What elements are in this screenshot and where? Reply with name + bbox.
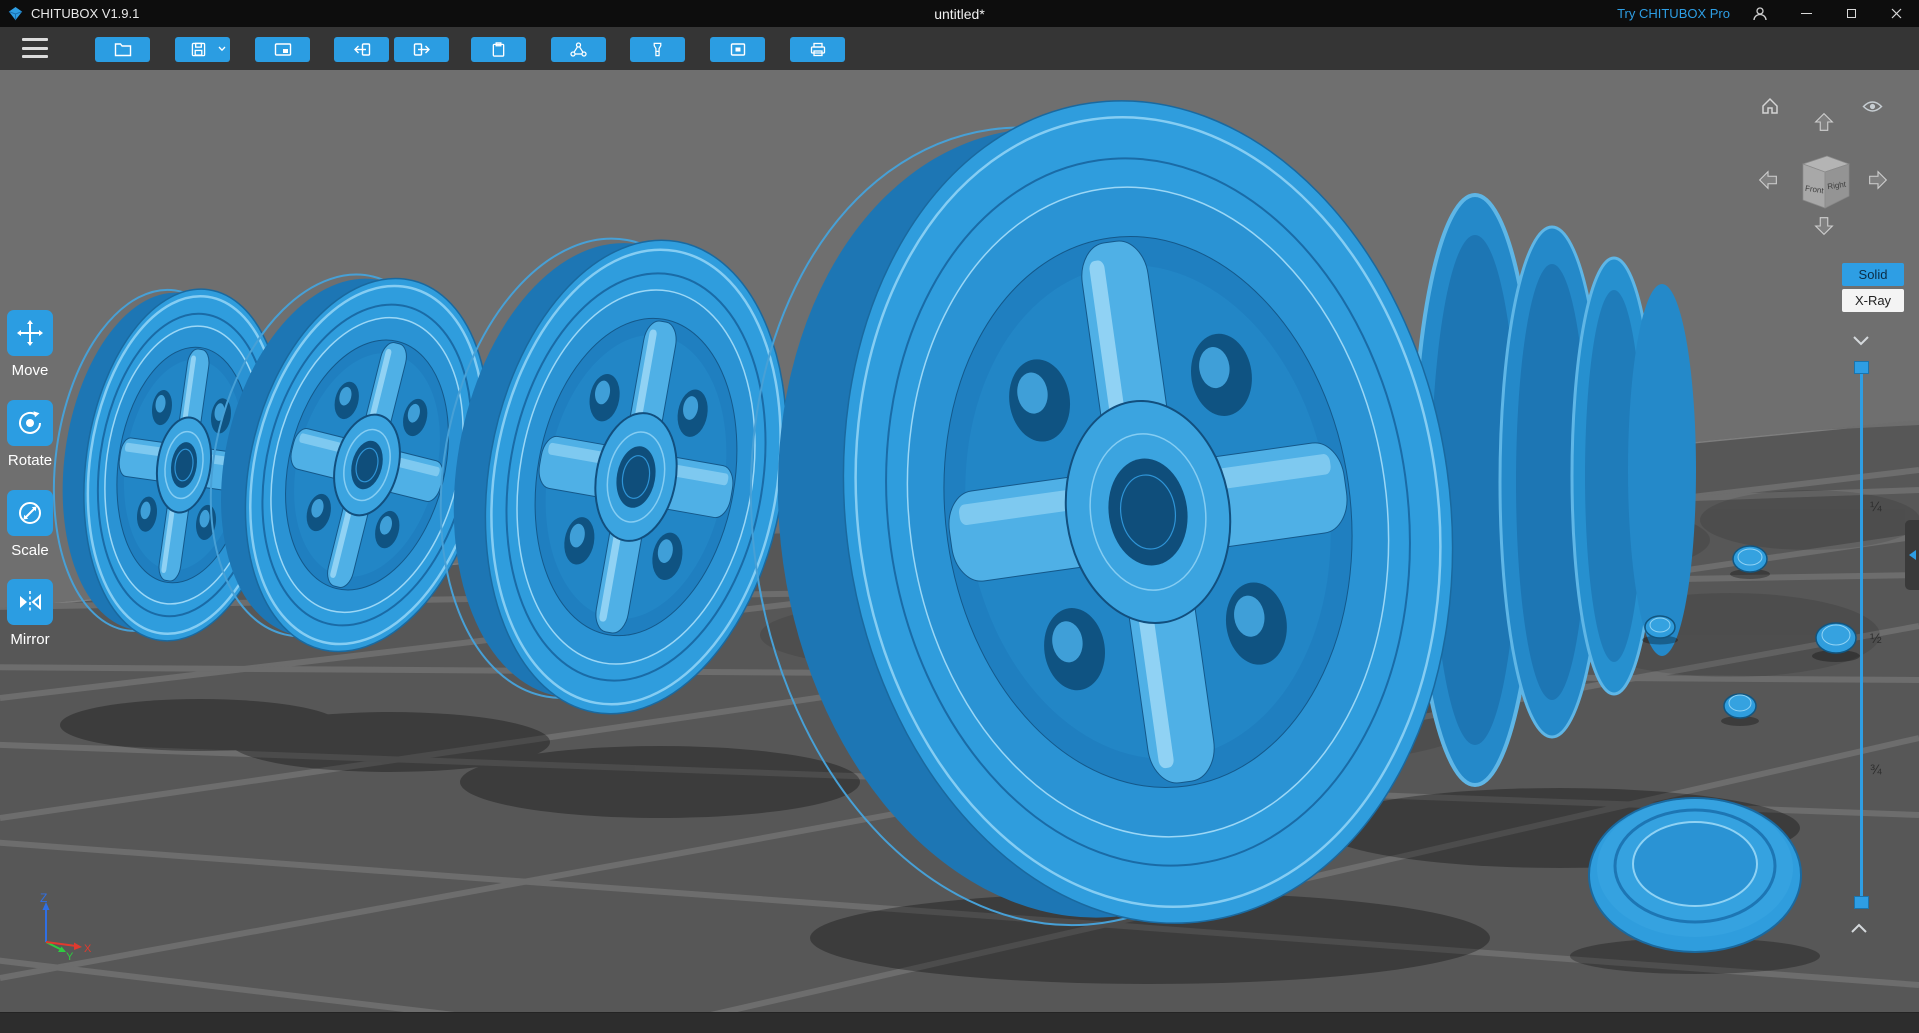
app-title: CHITUBOX V1.9.1 [31, 6, 140, 21]
move-label: Move [11, 362, 49, 379]
clip-slider-track[interactable] [1860, 367, 1863, 902]
previous-view-button[interactable] [334, 37, 389, 62]
clip-slider-top-handle[interactable] [1854, 361, 1869, 374]
scale-label: Scale [11, 542, 49, 559]
try-pro-link[interactable]: Try CHITUBOX Pro [1617, 6, 1730, 21]
eye-icon [1862, 101, 1883, 112]
arrow-right-icon [1869, 170, 1888, 190]
rotate-view-left-button[interactable] [1758, 168, 1778, 197]
save-dropdown-chevron-icon[interactable] [218, 46, 226, 52]
document-title: untitled* [934, 5, 985, 22]
clip-slider-bottom-handle[interactable] [1854, 896, 1869, 909]
tool-rotate: Rotate [4, 400, 56, 469]
chevron-left-icon [1908, 550, 1916, 560]
open-folder-icon [114, 43, 131, 57]
rotate-view-down-button[interactable] [1812, 216, 1836, 241]
rotate-label: Rotate [7, 452, 53, 469]
titlebar: CHITUBOX V1.9.1 untitled* Try CHITUBOX P… [0, 0, 1919, 27]
maximize-icon [1847, 9, 1856, 18]
clip-label-quarter: ¼ [1870, 498, 1882, 514]
rotate-icon [19, 411, 41, 434]
viewport-3d[interactable] [0, 70, 1919, 1012]
printer-icon [810, 42, 825, 57]
menu-button[interactable] [22, 38, 48, 58]
render-mode-xray-button[interactable]: X-Ray [1842, 289, 1904, 312]
home-icon [1762, 97, 1778, 114]
chevron-down-icon [1853, 336, 1869, 346]
scale-button[interactable] [7, 490, 53, 536]
rotate-view-up-button[interactable] [1812, 112, 1836, 137]
network-sending-button[interactable] [551, 37, 606, 62]
screenshot-button[interactable] [255, 37, 310, 62]
mirror-icon [20, 591, 41, 613]
print-button[interactable] [790, 37, 845, 62]
arrow-left-icon [1758, 170, 1777, 190]
minimize-icon [1801, 13, 1812, 14]
move-icon [17, 320, 43, 346]
clip-step-up-button[interactable] [1850, 921, 1868, 939]
rotate-view-right-button[interactable] [1868, 168, 1888, 197]
view-cube[interactable]: Front Right [1797, 148, 1855, 215]
hollow-icon [730, 43, 745, 56]
vial-icon [653, 42, 662, 57]
arrow-down-icon [1814, 217, 1834, 236]
network-icon [570, 42, 587, 57]
user-account-icon[interactable] [1752, 6, 1768, 22]
copy-button[interactable] [471, 37, 526, 62]
arrow-into-left-icon [353, 43, 370, 56]
tool-mirror: Mirror [4, 579, 56, 648]
next-view-button[interactable] [394, 37, 449, 62]
clip-label-half: ½ [1870, 630, 1882, 646]
axis-indicator: Z Y X [28, 890, 112, 969]
titlebar-right-cluster: Try CHITUBOX Pro [1617, 0, 1919, 27]
status-bar [0, 1012, 1919, 1033]
open-file-button[interactable] [95, 37, 150, 62]
arrow-out-right-icon [413, 43, 430, 56]
app-logo-icon [8, 6, 23, 21]
home-view-button[interactable] [1760, 96, 1780, 121]
clip-step-down-button[interactable] [1852, 333, 1870, 351]
rotate-button[interactable] [7, 400, 53, 446]
hollow-button[interactable] [710, 37, 765, 62]
axis-z-label: Z [40, 891, 47, 905]
clipboard-icon [492, 42, 505, 57]
close-button[interactable] [1874, 0, 1919, 27]
axis-y-label: Y [66, 951, 74, 963]
mirror-button[interactable] [7, 579, 53, 625]
move-button[interactable] [7, 310, 53, 356]
axis-x-label: X [84, 943, 92, 955]
chevron-up-icon [1851, 923, 1867, 933]
mirror-label: Mirror [10, 631, 50, 648]
screenshot-icon [274, 43, 291, 56]
close-icon [1891, 8, 1902, 19]
tool-scale: Scale [4, 490, 56, 559]
render-mode-solid-button[interactable]: Solid [1842, 263, 1904, 286]
visibility-button[interactable] [1862, 99, 1883, 119]
tool-move: Move [4, 310, 56, 379]
arrow-up-icon [1814, 112, 1834, 131]
expand-settings-panel-button[interactable] [1905, 520, 1919, 590]
maximize-button[interactable] [1829, 0, 1874, 27]
calibration-button[interactable] [630, 37, 685, 62]
save-button[interactable] [175, 37, 230, 62]
save-icon [191, 42, 206, 57]
scale-icon [19, 502, 41, 524]
minimize-button[interactable] [1784, 0, 1829, 27]
clip-label-three-quarter: ¾ [1870, 761, 1882, 777]
main-toolbar [0, 27, 1919, 70]
